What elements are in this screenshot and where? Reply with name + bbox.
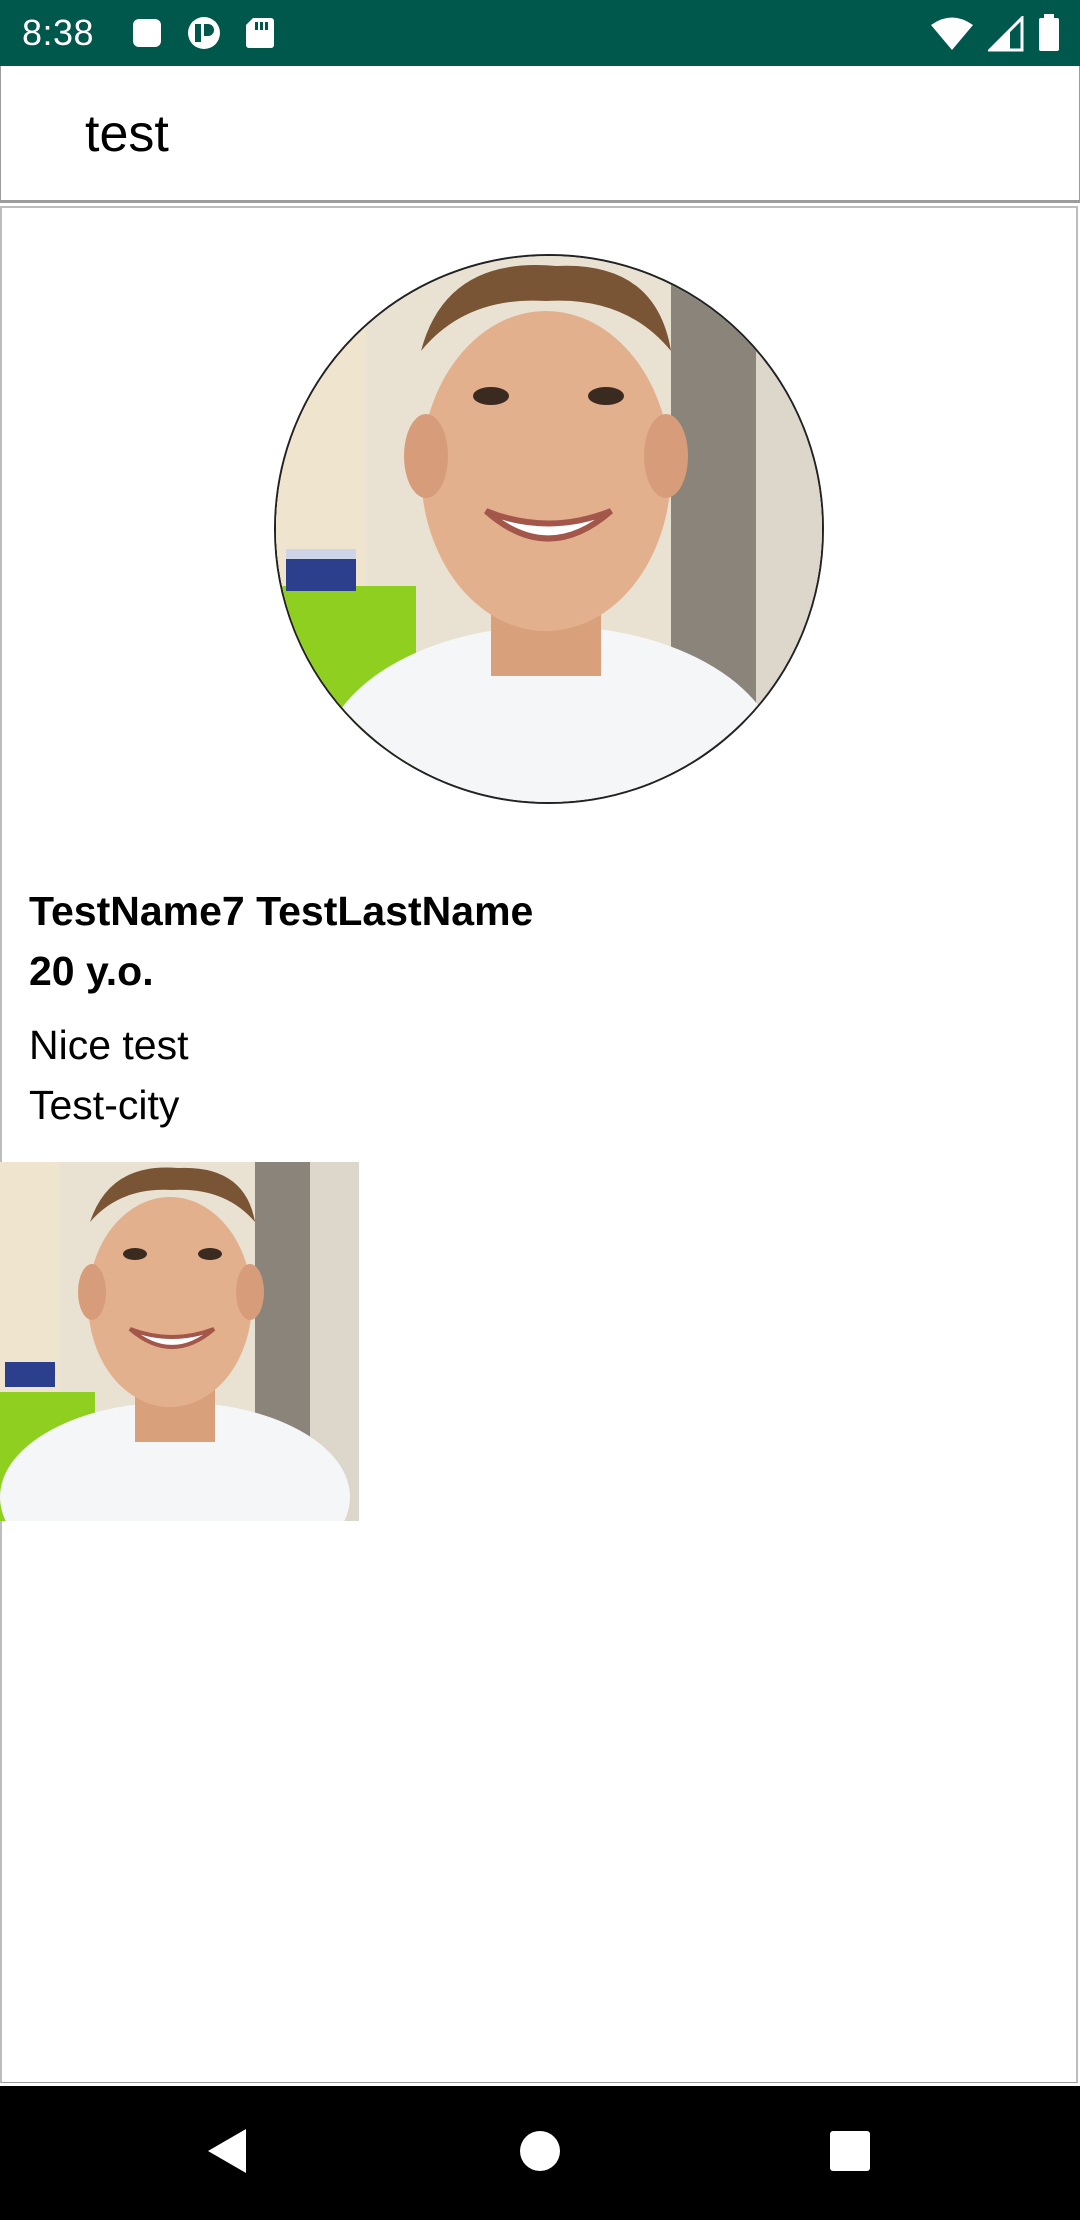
app-notification-icon xyxy=(184,16,224,55)
back-button[interactable] xyxy=(166,2086,286,2220)
cell-signal-icon xyxy=(986,14,1024,57)
gallery-photo[interactable] xyxy=(0,1162,359,1521)
status-icons-left xyxy=(130,16,276,55)
profile-avatar[interactable] xyxy=(274,254,824,804)
notification-square-icon xyxy=(130,16,164,55)
recents-button[interactable] xyxy=(790,2086,910,2220)
status-bar: 8:38 xyxy=(0,0,1080,66)
status-icons-right xyxy=(930,14,1060,57)
back-icon xyxy=(204,2127,248,2180)
recents-icon xyxy=(829,2130,871,2177)
profile-description: Nice test xyxy=(29,1022,189,1068)
profile-age: 20 y.o. xyxy=(29,948,154,994)
status-time: 8:38 xyxy=(22,12,95,53)
profile-city: Test-city xyxy=(29,1082,180,1128)
battery-icon xyxy=(1038,14,1060,57)
wifi-icon xyxy=(930,16,974,57)
profile-photo xyxy=(276,256,822,802)
app-bar: test xyxy=(0,66,1080,203)
profile-photo-thumbnail xyxy=(0,1162,359,1521)
sd-card-icon xyxy=(244,16,276,55)
page-title: test xyxy=(85,105,169,163)
home-button[interactable] xyxy=(480,2086,600,2220)
home-icon xyxy=(519,2130,561,2177)
profile-name: TestName7 TestLastName xyxy=(29,888,534,934)
system-nav-bar xyxy=(0,2086,1080,2220)
